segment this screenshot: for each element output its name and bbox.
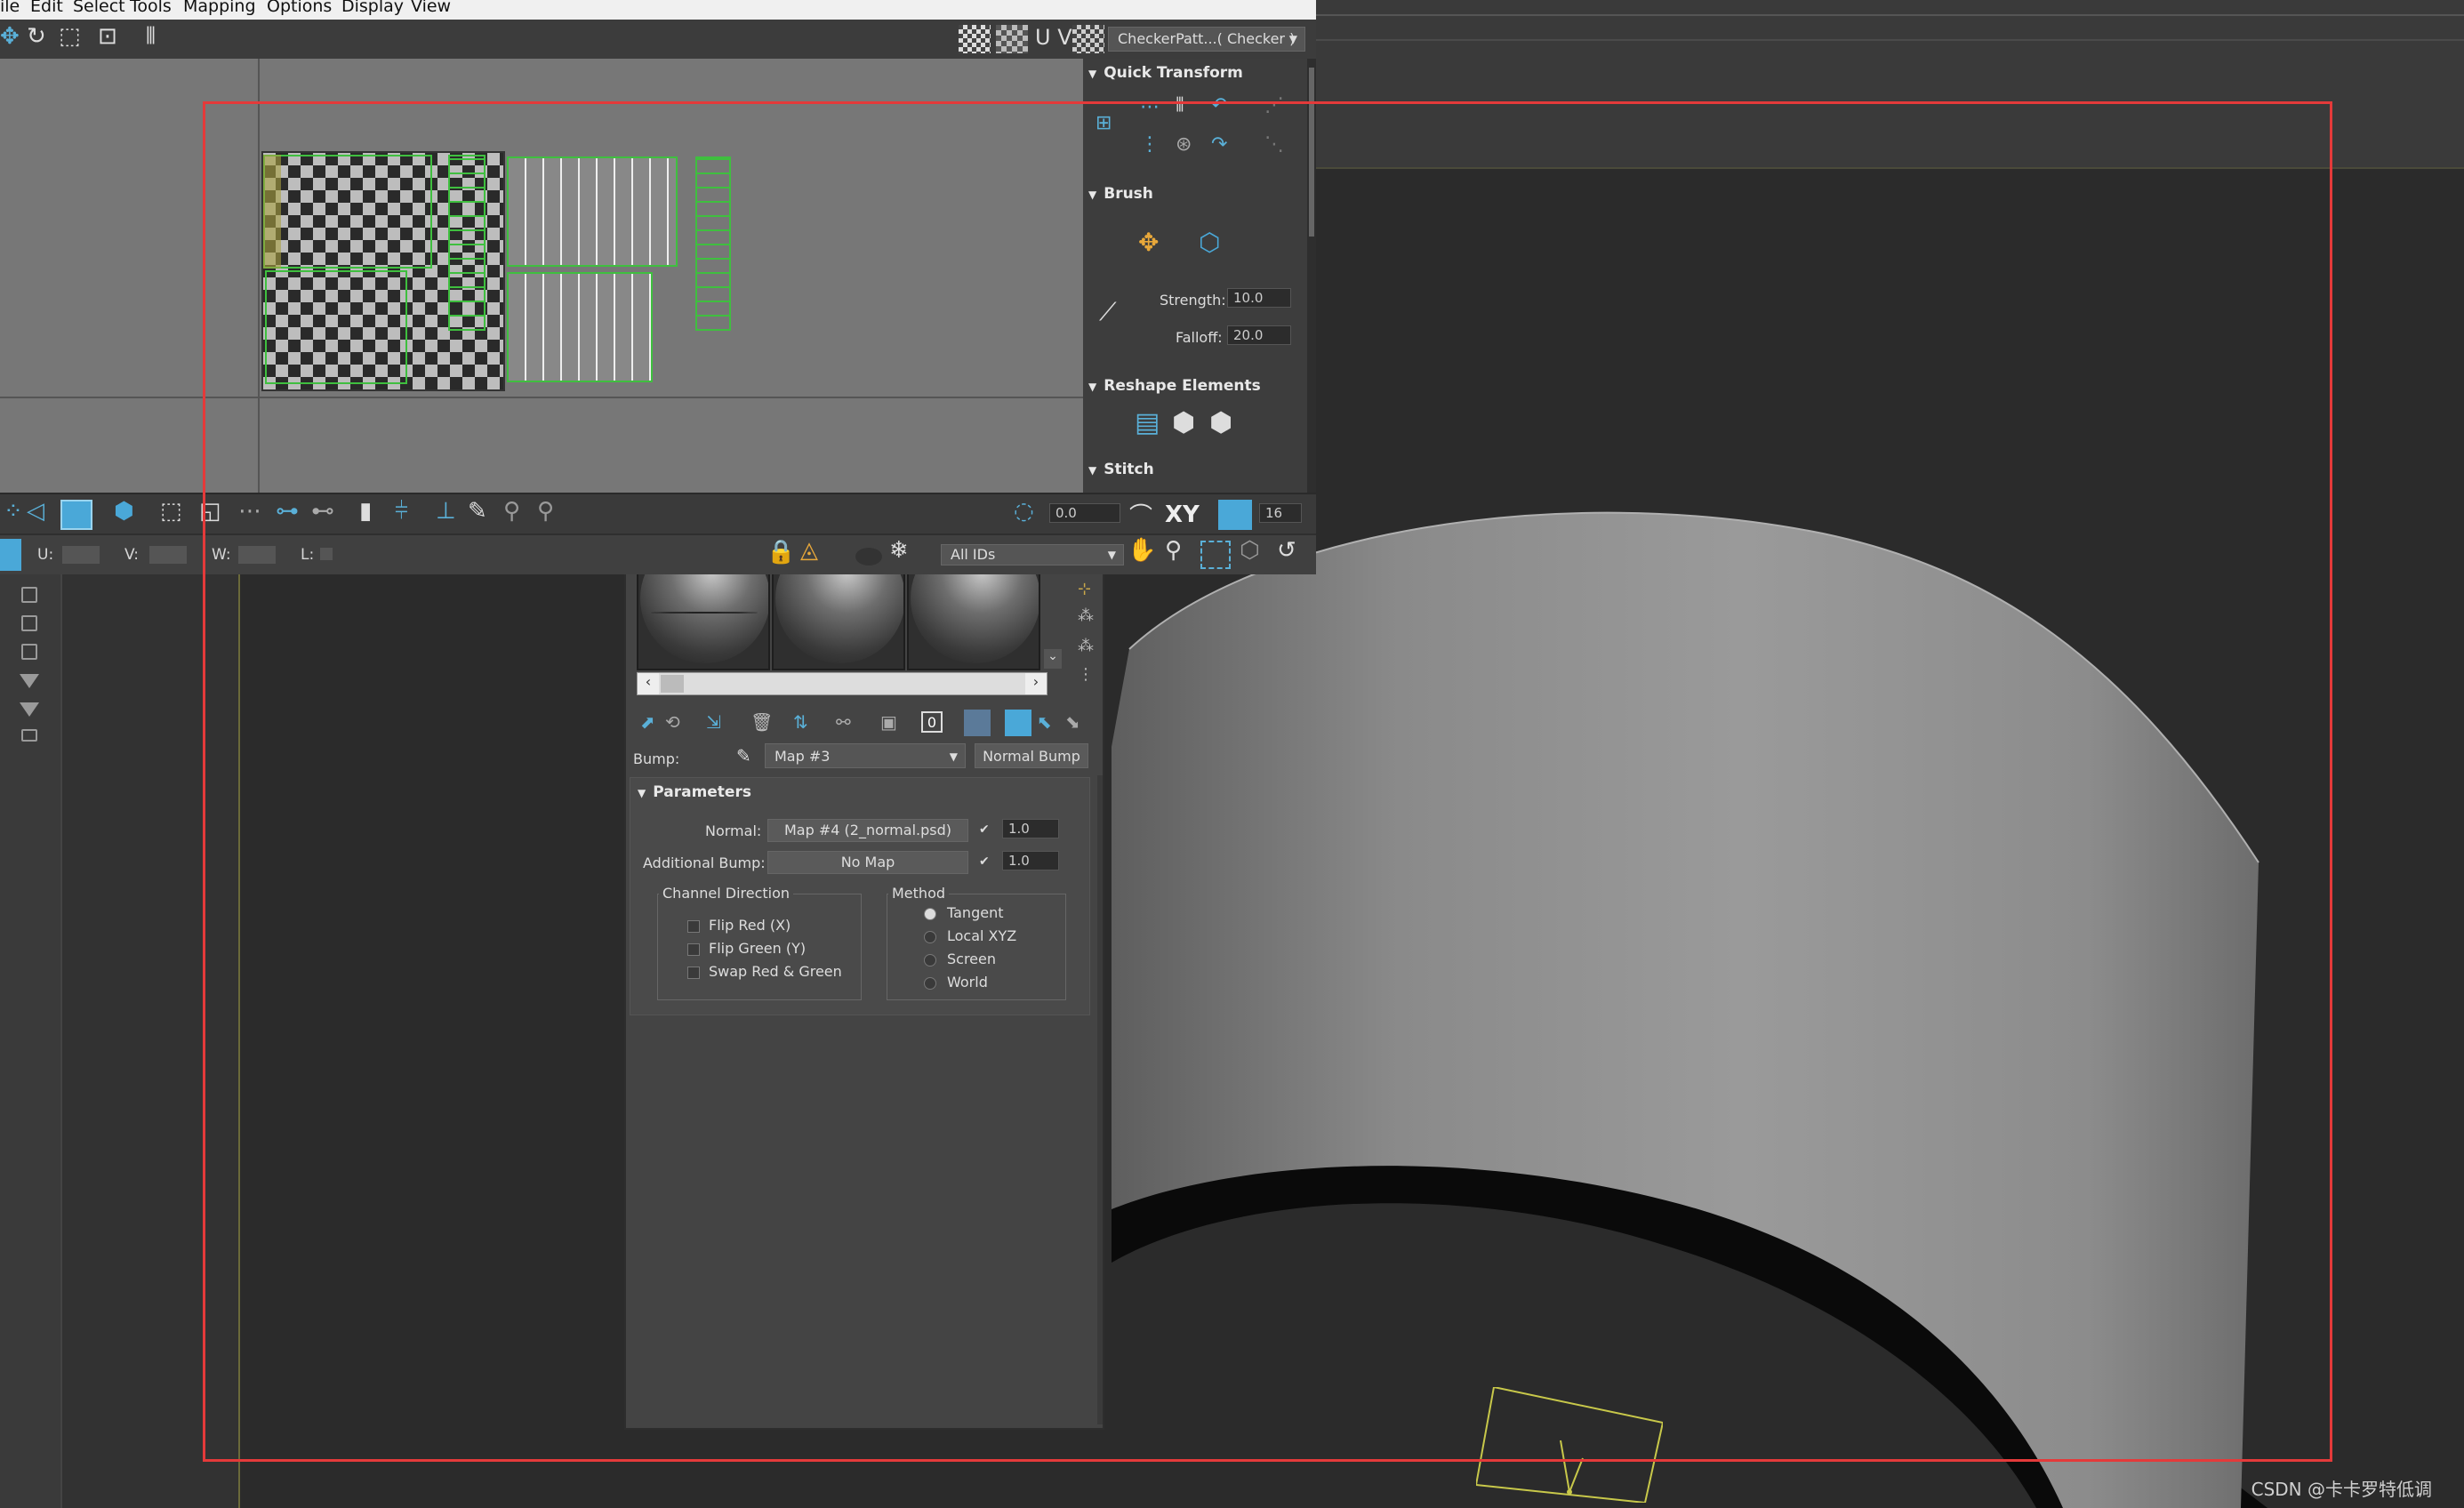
collapse-arrow-icon: ▼ <box>1088 68 1097 80</box>
menu-view[interactable]: View <box>411 0 451 16</box>
select-by-element-icon[interactable]: ⬚ <box>160 498 182 525</box>
u-label: U: <box>37 546 54 564</box>
v-label: V: <box>124 546 139 564</box>
checker-texture-combo[interactable]: CheckerPatt...( Checker ) ▼ <box>1108 27 1305 52</box>
viewport-divider <box>1316 14 2464 16</box>
move-icon[interactable]: ✥ <box>0 23 20 50</box>
command-panel-strip <box>0 569 62 1508</box>
filter-icon[interactable] <box>20 674 39 688</box>
folder-icon[interactable] <box>21 729 37 742</box>
mirror-icon[interactable]: ⫴ <box>146 23 156 51</box>
watermark-text: CSDN @卡卡罗特低调 <box>2251 1479 2432 1500</box>
face-mode-button[interactable] <box>60 500 92 530</box>
safe-frame-border <box>203 101 2332 1462</box>
quick-transform-title: Quick Transform <box>1104 64 1243 82</box>
menu-mapping[interactable]: Mapping <box>183 0 256 16</box>
menu-file[interactable]: ile <box>0 0 20 16</box>
texture-checker-icon[interactable] <box>1072 25 1104 53</box>
filter-icon[interactable] <box>20 702 39 717</box>
document-icon[interactable] <box>21 587 37 603</box>
v-field[interactable] <box>149 546 187 564</box>
element-mode-icon[interactable]: ⬢ <box>114 498 134 525</box>
menu-select[interactable]: Select <box>73 0 125 16</box>
layer-icon[interactable] <box>21 615 37 631</box>
list-icon[interactable] <box>21 644 37 660</box>
scale-icon[interactable]: ⬚ <box>59 23 81 50</box>
menu-display[interactable]: Display <box>341 0 404 16</box>
menu-edit[interactable]: Edit <box>30 0 63 16</box>
viewport-divider <box>1316 39 2464 41</box>
uv-label[interactable]: U V <box>1035 25 1072 50</box>
edge-mode-icon[interactable]: ◁ <box>27 498 44 525</box>
show-map-icon[interactable] <box>996 25 1028 53</box>
absolute-offset-toggle[interactable] <box>0 539 21 571</box>
uv-top-toolbar: ✥ ↻ ⬚ ⊡ ⫴ U V CheckerPatt...( Checker ) … <box>0 20 1316 59</box>
freeform-icon[interactable]: ⊡ <box>98 23 117 50</box>
vertex-mode-icon[interactable]: ⁘ <box>4 498 23 525</box>
menu-bar: ile Edit Select Tools Mapping Options Di… <box>0 0 1316 20</box>
quick-transform-rollout-header[interactable]: ▼ Quick Transform <box>1088 64 1311 91</box>
menu-options[interactable]: Options <box>267 0 332 16</box>
checker-pattern-icon[interactable] <box>959 25 991 53</box>
u-field[interactable] <box>62 546 100 564</box>
menu-tools[interactable]: Tools <box>130 0 172 16</box>
checker-texture-text: CheckerPatt...( Checker ) <box>1118 30 1296 47</box>
rotate-icon[interactable]: ↻ <box>27 23 46 50</box>
dropdown-arrow-icon: ▼ <box>1288 33 1297 45</box>
